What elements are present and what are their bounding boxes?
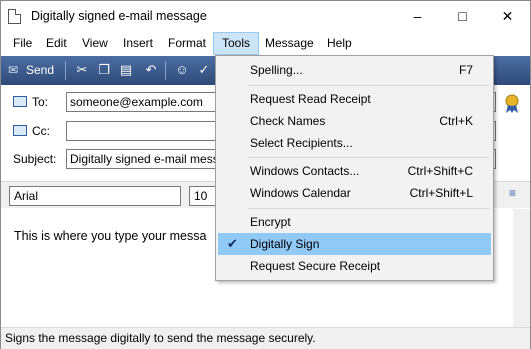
menu-item-label: Select Recipients... xyxy=(250,136,353,150)
maximize-button[interactable]: □ xyxy=(440,1,485,32)
menu-bar: File Edit View Insert Format Tools Messa… xyxy=(1,32,530,55)
menu-item-shortcut: Ctrl+Shift+C xyxy=(407,164,473,178)
menu-edit[interactable]: Edit xyxy=(38,32,75,55)
menu-item-label: Request Secure Receipt xyxy=(250,259,381,273)
window-title: Digitally signed e-mail message xyxy=(31,9,207,23)
menu-separator xyxy=(248,85,489,86)
menu-item-spelling[interactable]: Spelling... F7 xyxy=(218,59,491,81)
menu-item-shortcut: Ctrl+K xyxy=(439,114,473,128)
menu-view[interactable]: View xyxy=(74,32,116,55)
document-icon xyxy=(8,9,21,24)
menu-item-label: Encrypt xyxy=(250,215,291,229)
menu-help[interactable]: Help xyxy=(319,32,360,55)
menu-item-windows-contacts[interactable]: Windows Contacts... Ctrl+Shift+C xyxy=(218,160,491,182)
address-book-icon[interactable] xyxy=(13,96,27,107)
send-button[interactable]: ✉ Send xyxy=(4,59,60,82)
menu-item-label: Windows Calendar xyxy=(250,186,351,200)
copy-icon[interactable]: ❐ xyxy=(95,61,113,79)
minimize-icon: – xyxy=(413,8,422,24)
signed-badge-icon xyxy=(505,94,519,113)
status-bar: Signs the message digitally to send the … xyxy=(1,327,530,349)
checkmark-icon: ✔ xyxy=(227,236,238,251)
menu-item-select-recipients[interactable]: Select Recipients... xyxy=(218,132,491,154)
maximize-icon: □ xyxy=(458,8,467,24)
cc-label[interactable]: Cc: xyxy=(32,124,50,138)
menu-item-shortcut: Ctrl+Shift+L xyxy=(409,186,473,200)
menu-format[interactable]: Format xyxy=(160,32,214,55)
mail-window: Digitally signed e-mail message – □ ✕ Fi… xyxy=(0,0,531,349)
subject-label: Subject: xyxy=(13,152,57,166)
menu-tools[interactable]: Tools xyxy=(213,32,260,55)
menu-item-request-secure-receipt[interactable]: Request Secure Receipt xyxy=(218,255,491,277)
title-bar: Digitally signed e-mail message – □ ✕ xyxy=(1,1,530,32)
status-text: Signs the message digitally to send the … xyxy=(5,331,316,345)
cut-icon[interactable]: ✂ xyxy=(73,61,91,79)
menu-item-check-names[interactable]: Check Names Ctrl+K xyxy=(218,110,491,132)
body-text: This is where you type your messa xyxy=(14,229,207,243)
tools-menu-dropdown: Spelling... F7 Request Read Receipt Chec… xyxy=(215,55,494,281)
paragraph-icon[interactable]: ≡ xyxy=(509,186,516,200)
menu-item-label: Spelling... xyxy=(250,63,303,77)
minimize-button[interactable]: – xyxy=(395,1,440,32)
toolbar-separator xyxy=(165,61,166,80)
menu-item-label: Request Read Receipt xyxy=(250,92,371,106)
send-icon: ✉ xyxy=(8,63,19,77)
vertical-scrollbar[interactable] xyxy=(513,209,530,327)
close-button[interactable]: ✕ xyxy=(485,1,530,32)
check-names-icon[interactable]: ☺ xyxy=(173,61,191,79)
to-label[interactable]: To: xyxy=(32,95,48,109)
menu-separator xyxy=(248,208,489,209)
toolbar-separator xyxy=(65,61,66,80)
menu-item-encrypt[interactable]: Encrypt xyxy=(218,211,491,233)
menu-item-digitally-sign[interactable]: ✔ Digitally Sign xyxy=(218,233,491,255)
font-select[interactable]: Arial xyxy=(9,186,181,206)
send-label: Send xyxy=(26,63,55,77)
address-book-icon[interactable] xyxy=(13,125,27,136)
menu-item-shortcut: F7 xyxy=(458,63,473,77)
menu-file[interactable]: File xyxy=(5,32,40,55)
menu-separator xyxy=(248,157,489,158)
close-icon: ✕ xyxy=(501,8,514,24)
menu-item-label: Windows Contacts... xyxy=(250,164,360,178)
menu-item-windows-calendar[interactable]: Windows Calendar Ctrl+Shift+L xyxy=(218,182,491,204)
menu-item-label: Check Names xyxy=(250,114,326,128)
undo-icon[interactable]: ↶ xyxy=(142,61,160,79)
menu-item-request-read-receipt[interactable]: Request Read Receipt xyxy=(218,88,491,110)
menu-item-label: Digitally Sign xyxy=(250,237,320,251)
menu-message[interactable]: Message xyxy=(257,32,322,55)
menu-insert[interactable]: Insert xyxy=(115,32,161,55)
spelling-icon[interactable]: ✓ xyxy=(195,61,213,79)
paste-icon[interactable]: ▤ xyxy=(117,61,135,79)
